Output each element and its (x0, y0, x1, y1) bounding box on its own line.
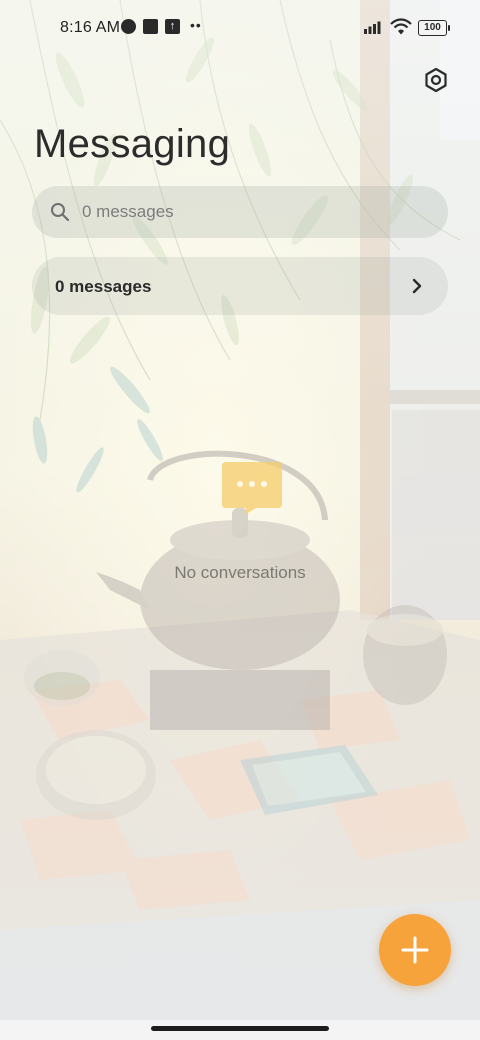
signal-icon (364, 21, 381, 34)
square-notification-icon (143, 19, 158, 34)
battery-icon: 100 (418, 20, 450, 36)
messaging-screen: 8:16 AM ↑ •• 100 Messaging 0 messages 0 … (0, 0, 480, 1040)
settings-button[interactable] (420, 64, 452, 96)
search-bar[interactable]: 0 messages (32, 186, 448, 238)
status-bar: 8:16 AM ↑ •• 100 (0, 0, 480, 56)
page-title: Messaging (34, 122, 231, 166)
wifi-icon (390, 18, 412, 35)
messages-row-label: 0 messages (55, 277, 152, 296)
settings-icon (425, 67, 447, 93)
upload-icon: ↑ (165, 19, 180, 34)
app-notification-icon (121, 19, 136, 34)
chat-bubble-icon (222, 462, 282, 514)
chevron-right-icon (410, 277, 424, 295)
more-dots-icon: •• (190, 17, 202, 33)
empty-state-text: No conversations (174, 563, 306, 582)
plus-icon (401, 936, 429, 964)
new-message-button[interactable] (379, 914, 451, 986)
search-icon (50, 202, 70, 222)
search-placeholder: 0 messages (82, 202, 174, 221)
messages-row[interactable]: 0 messages (32, 257, 448, 315)
status-time: 8:16 AM (60, 19, 121, 36)
home-indicator[interactable] (151, 1026, 329, 1031)
